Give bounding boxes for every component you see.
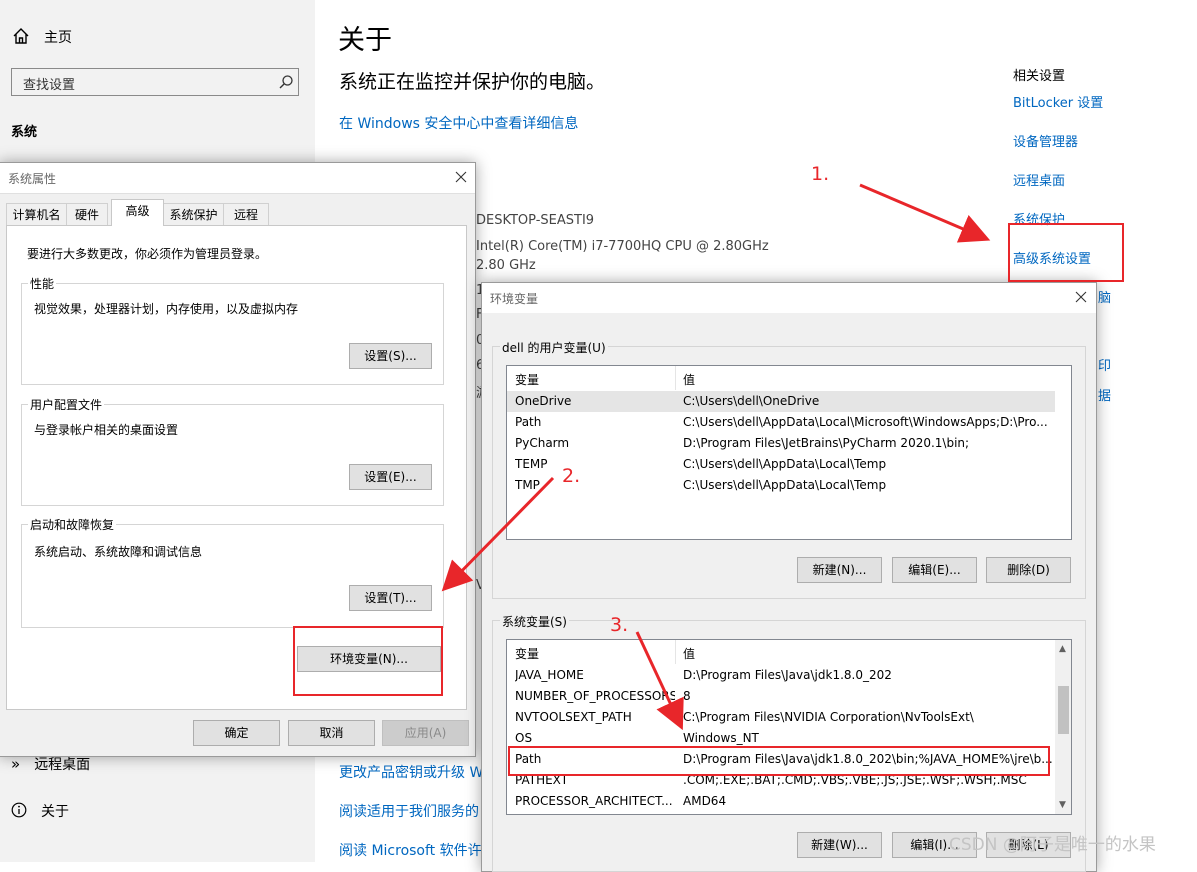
arrow-step-3 (635, 631, 684, 731)
annotation-arrows (441, 183, 991, 731)
tab-advanced[interactable]: 高级 (111, 199, 164, 226)
watermark: CSDN @阿子是唯一的水果 (949, 835, 1156, 855)
arrow-step-2 (441, 476, 555, 592)
arrow-step-1 (859, 183, 991, 243)
